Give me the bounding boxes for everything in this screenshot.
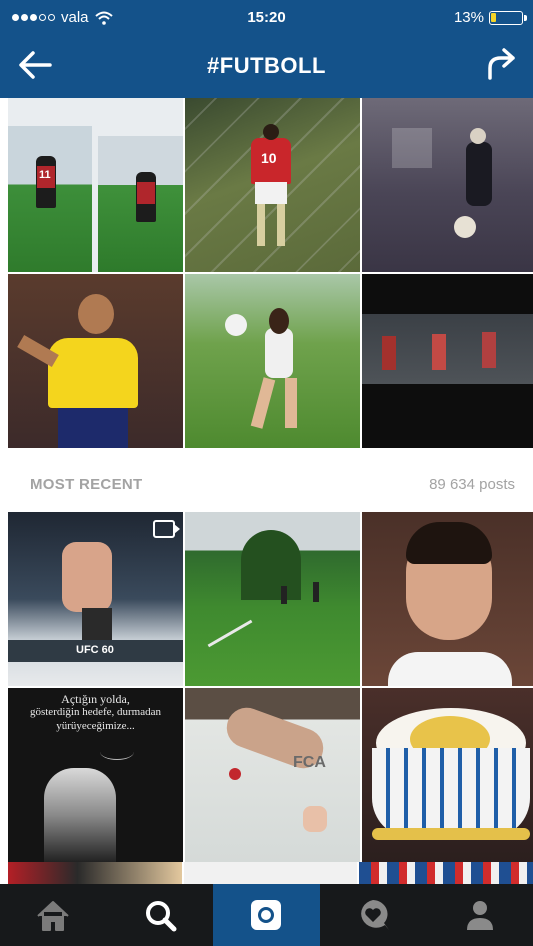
tab-home[interactable] — [0, 884, 107, 946]
tab-activity[interactable] — [320, 884, 427, 946]
tab-camera[interactable] — [213, 884, 320, 946]
recent-posts-grid: UFC 60 Açtığın yolda, gösterdiğin hedefe… — [8, 512, 533, 862]
top-posts-grid: 11 10 — [8, 98, 533, 448]
post-thumbnail[interactable]: UFC 60 — [8, 512, 183, 686]
most-recent-header: MOST RECENT 89 634 posts — [0, 448, 533, 512]
post-thumbnail[interactable] — [362, 274, 533, 448]
post-thumbnail[interactable]: Açtığın yolda, gösterdiğin hedefe, durma… — [8, 688, 183, 862]
post-thumbnail[interactable]: FCA — [185, 688, 360, 862]
quote-line: Açtığın yolda, — [61, 692, 130, 706]
quote-line: yürüyeceğimize... — [56, 720, 135, 732]
page-title: #FUTBOLL — [207, 53, 326, 78]
battery-percent: 13% — [453, 9, 484, 26]
post-thumbnail[interactable]: 11 — [8, 98, 183, 272]
section-label: MOST RECENT — [30, 476, 143, 493]
search-icon — [145, 901, 177, 932]
bottom-tab-bar — [0, 884, 533, 946]
tab-explore[interactable] — [107, 884, 214, 946]
post-thumbnail[interactable] — [362, 98, 533, 272]
post-thumbnail[interactable] — [8, 274, 183, 448]
post-thumbnail[interactable]: 10 — [185, 98, 360, 272]
quote-line: gösterdiğin hedefe, durmadan — [29, 706, 162, 718]
video-icon — [153, 520, 180, 538]
status-bar: vala 15:20 13% — [0, 0, 533, 34]
post-thumbnail[interactable] — [185, 274, 360, 448]
status-right: 13% — [453, 9, 527, 26]
camera-icon — [251, 900, 282, 930]
signature-image — [100, 744, 134, 760]
jersey-number-text: 10 — [261, 150, 277, 166]
hashtag-screen: vala 15:20 13% #FUTBOLL 11 10 MOST RECEN… — [0, 0, 533, 946]
post-thumbnail[interactable] — [362, 688, 533, 862]
navigation-bar: #FUTBOLL — [0, 34, 533, 98]
person-icon — [466, 901, 493, 930]
post-thumbnail[interactable] — [362, 512, 533, 686]
home-icon — [37, 901, 69, 931]
jersey-number-text: 11 — [39, 169, 51, 181]
partial-row — [8, 862, 533, 884]
battery-icon — [489, 10, 527, 25]
top-header: vala 15:20 13% #FUTBOLL — [0, 0, 533, 98]
speech-heart-icon — [361, 900, 390, 930]
tab-profile[interactable] — [426, 884, 533, 946]
ufc-label-text: UFC 60 — [76, 644, 114, 656]
post-count: 89 634 posts — [429, 476, 515, 493]
cake-letters-text: FCA — [293, 754, 326, 771]
share-arrow-icon[interactable] — [483, 48, 517, 80]
post-thumbnail[interactable] — [185, 512, 360, 686]
